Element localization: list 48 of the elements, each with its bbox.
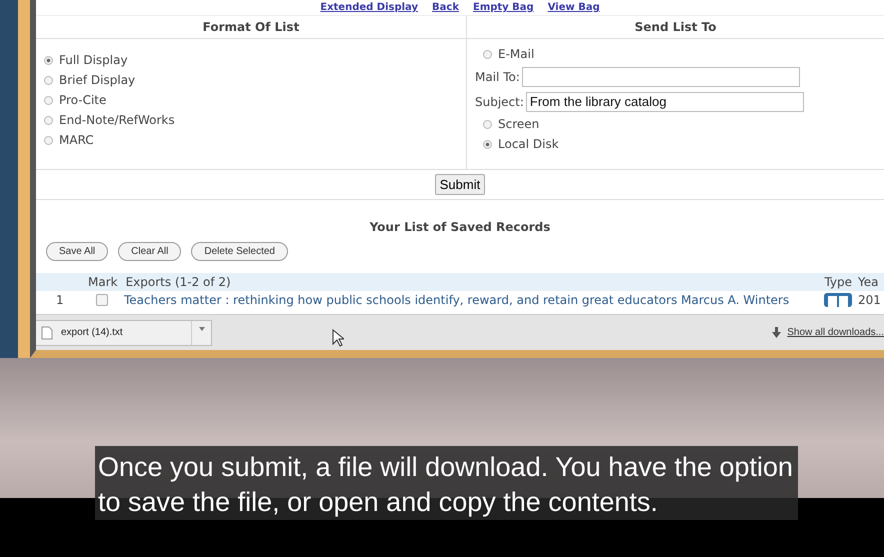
nav-link[interactable]: View Bag <box>548 2 600 13</box>
column-header: Mark <box>88 275 118 289</box>
download-arrow-icon <box>772 327 782 338</box>
submit-button[interactable]: Submit <box>434 174 486 195</box>
row-number: 1 <box>56 293 65 307</box>
radio-button[interactable] <box>483 50 492 58</box>
nav-link[interactable]: Back <box>432 2 459 13</box>
radio-button[interactable] <box>44 116 53 124</box>
option-label: MARC <box>59 133 94 147</box>
radio-button[interactable] <box>44 136 53 144</box>
panel-heading: Format Of List <box>36 15 466 39</box>
mail-to-field[interactable] <box>522 66 800 86</box>
year-cell-text: 201 <box>858 293 882 307</box>
option-label: Full Display <box>59 53 128 67</box>
file-icon <box>41 326 53 340</box>
caret-icon <box>198 326 204 330</box>
radio-button[interactable] <box>44 96 53 104</box>
radio-button[interactable] <box>44 56 53 64</box>
action-button[interactable]: Delete Selected <box>191 242 288 261</box>
nav-link[interactable]: Empty Bag <box>472 2 534 13</box>
field-label: Mail To: <box>475 70 520 84</box>
column-header: Yea <box>858 275 880 289</box>
section-title: Your List of Saved Records <box>368 220 552 234</box>
option-label: End-Note/RefWorks <box>59 113 175 127</box>
subject-field[interactable]: From the library catalog <box>526 92 804 112</box>
video-caption: Once you submit, a file will download. You have the option to save the file, or open and copy the contents. <box>95 446 798 520</box>
checkbox[interactable] <box>96 294 108 306</box>
radio-button[interactable] <box>483 140 492 148</box>
column-header: Exports (1-2 of 2) <box>126 275 232 289</box>
download-item[interactable]: export (14).txt <box>36 320 212 346</box>
panel-heading: Send List To <box>467 15 884 39</box>
mouse-cursor-icon <box>332 328 344 346</box>
radio-button[interactable] <box>483 120 492 128</box>
option-label: Pro-Cite <box>59 93 106 107</box>
action-button[interactable]: Save All <box>46 242 108 261</box>
field-label: Subject: <box>475 94 524 108</box>
option-label: Screen <box>498 117 540 131</box>
file-name: export (14).txt <box>61 327 124 338</box>
column-header: Type <box>824 275 852 289</box>
record-link[interactable]: Teachers matter : rethinking how public schools identify, reward, and retain great educators Marcus A. Winters <box>124 293 818 307</box>
nav-link[interactable]: Extended Display <box>320 2 418 13</box>
book-icon <box>824 293 852 307</box>
action-button[interactable]: Clear All <box>118 242 182 261</box>
show-all-downloads-link[interactable]: Show all downloads... <box>787 327 884 338</box>
radio-button[interactable] <box>44 76 53 84</box>
option-label: Local Disk <box>498 137 559 151</box>
option-label: E-Mail <box>498 47 534 61</box>
option-label: Brief Display <box>59 73 136 87</box>
